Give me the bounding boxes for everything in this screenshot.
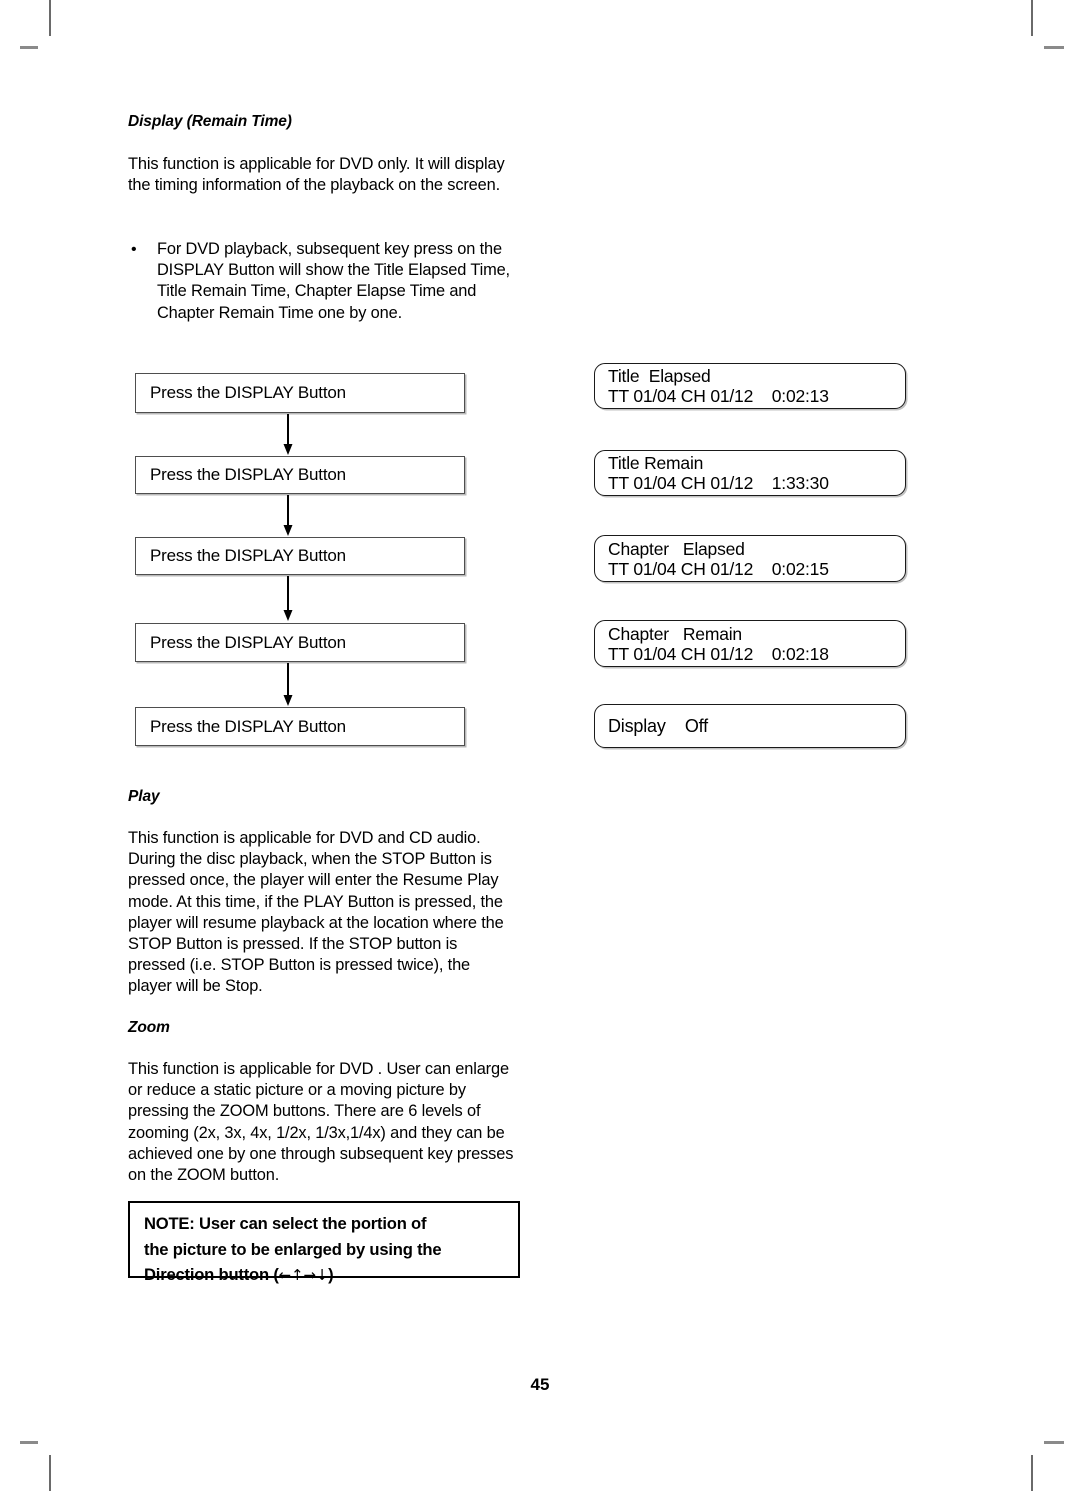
crop-mark-top-right-horizontal [1044, 46, 1064, 49]
crop-mark-bottom-right-horizontal [1044, 1441, 1064, 1444]
display-remain-time-bullet-item: • For DVD playback, subsequent key press… [131, 239, 521, 324]
note-line-3-suffix: ) [328, 1265, 334, 1284]
flow-step-box-3[interactable]: Press the DISPLAY Button [135, 537, 465, 575]
note-line-2: the picture to be enlarged by using the [144, 1239, 442, 1259]
direction-arrows-icon: ←↑→↓ [278, 1266, 329, 1284]
page-number: 45 [530, 1375, 550, 1394]
note-box: NOTE: User can select the portion of the… [128, 1201, 520, 1284]
flow-step-label-5: Press the DISPLAY Button [150, 716, 346, 736]
display-remain-time-intro-paragraph: This function is applicable for DVD only… [128, 155, 505, 195]
arrow-down-icon-2 [283, 495, 293, 536]
display-panel-info-4: TT 01/04 CH 01/12 0:02:18 [608, 643, 829, 664]
display-panel-mode-1: Title Elapsed [608, 366, 711, 386]
flow-step-box-5[interactable]: Press the DISPLAY Button [135, 707, 465, 746]
arrow-down-icon-1 [283, 414, 293, 455]
section-heading-play: Play [128, 788, 160, 805]
flow-step-box-1[interactable]: Press the DISPLAY Button [135, 373, 465, 413]
flow-step-box-4[interactable]: Press the DISPLAY Button [135, 623, 465, 662]
display-panel-chapter-remain: Chapter Remain TT 01/04 CH 01/12 0:02:18 [594, 620, 906, 667]
flow-step-box-2[interactable]: Press the DISPLAY Button [135, 456, 465, 494]
display-panel-info-2: TT 01/04 CH 01/12 1:33:30 [608, 473, 829, 493]
zoom-body-paragraph: This function is applicable for DVD . Us… [128, 1060, 514, 1185]
display-panel-mode-2: Title Remain [608, 453, 704, 473]
section-heading-display-remain-time: Display (Remain Time) [128, 113, 292, 130]
crop-mark-bottom-left-horizontal [20, 1441, 38, 1444]
arrow-down-icon-3 [283, 576, 293, 621]
flow-step-label-4: Press the DISPLAY Button [150, 632, 346, 652]
flow-step-label-2: Press the DISPLAY Button [150, 465, 346, 484]
display-panel-info-3: TT 01/04 CH 01/12 0:02:15 [608, 558, 829, 579]
crop-mark-top-left-horizontal [20, 46, 38, 49]
crop-mark-top-right-vertical [1031, 0, 1033, 36]
display-panel-chapter-elapsed: Chapter Elapsed TT 01/04 CH 01/12 0:02:1… [594, 535, 906, 582]
play-body-paragraph: This function is applicable for DVD and … [128, 829, 504, 996]
crop-mark-bottom-left-vertical [49, 1455, 51, 1491]
display-panel-info-1: TT 01/04 CH 01/12 0:02:13 [608, 386, 829, 406]
flow-step-label-3: Press the DISPLAY Button [150, 546, 346, 565]
display-panel-mode-5: Display Off [608, 716, 708, 736]
display-panel-display-off: Display Off [594, 704, 906, 748]
flow-step-label-1: Press the DISPLAY Button [150, 383, 346, 402]
bullet-dot-icon: • [131, 241, 137, 258]
display-panel-title-remain: Title Remain TT 01/04 CH 01/12 1:33:30 [594, 450, 906, 496]
note-line-3-prefix: Direction button ( [144, 1265, 279, 1284]
display-panel-mode-4: Chapter Remain [608, 623, 742, 644]
section-heading-zoom: Zoom [128, 1019, 170, 1036]
note-line-3: Direction button (←↑→↓) [144, 1262, 506, 1289]
crop-mark-bottom-right-vertical [1031, 1455, 1033, 1491]
display-remain-time-bullet-text: For DVD playback, subsequent key press o… [157, 240, 510, 322]
arrow-down-icon-4 [283, 663, 293, 706]
note-line-1: NOTE: User can select the portion of [144, 1214, 427, 1233]
crop-mark-top-left-vertical [49, 0, 51, 36]
display-panel-mode-3: Chapter Elapsed [608, 538, 745, 559]
display-panel-title-elapsed: Title Elapsed TT 01/04 CH 01/12 0:02:13 [594, 363, 906, 409]
